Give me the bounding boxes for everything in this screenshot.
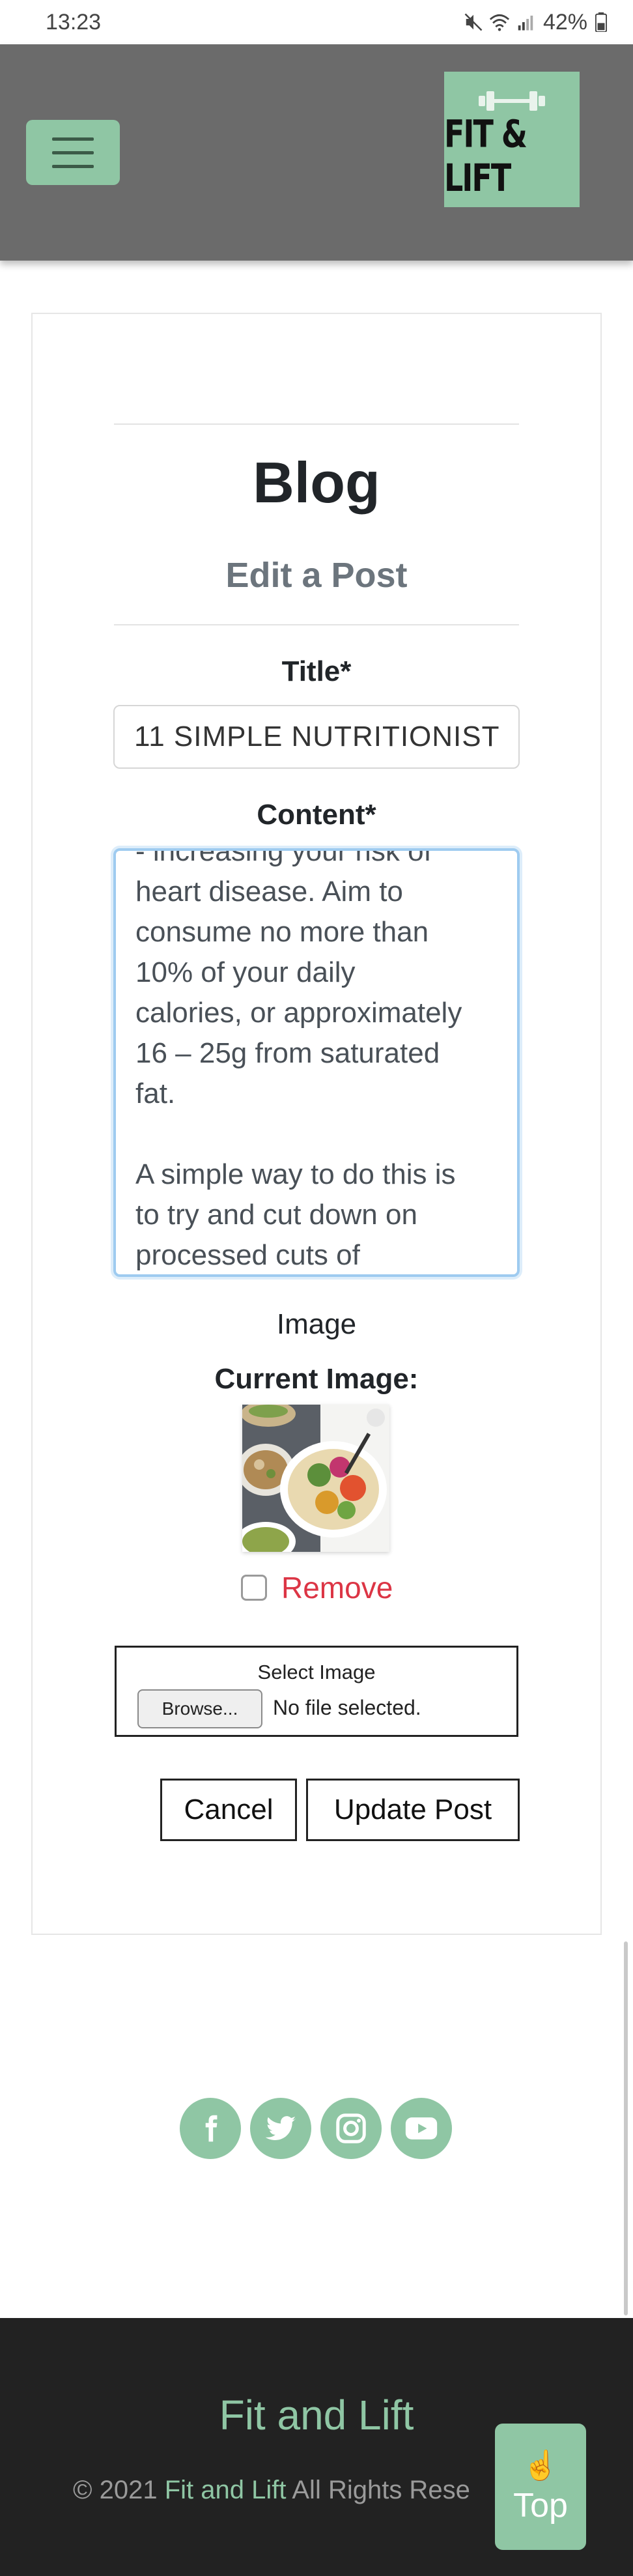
signal-icon bbox=[518, 16, 533, 31]
hamburger-icon-bar bbox=[52, 150, 94, 154]
content-textarea[interactable]: - increasing your risk of heart disease.… bbox=[113, 848, 520, 1277]
current-image-thumbnail bbox=[242, 1405, 389, 1552]
status-time: 13:23 bbox=[46, 9, 102, 35]
page-scrollbar[interactable] bbox=[624, 1941, 628, 2315]
page-subtitle: Edit a Post bbox=[225, 556, 408, 595]
update-post-button[interactable]: Update Post bbox=[306, 1779, 520, 1841]
copyright-prefix: © 2021 bbox=[73, 2476, 158, 2504]
dumbbell-icon bbox=[479, 91, 545, 111]
current-image-label: Current Image: bbox=[214, 1363, 419, 1395]
remove-image-label[interactable]: Remove bbox=[281, 1570, 393, 1605]
instagram-icon bbox=[336, 2113, 366, 2143]
youtube-link[interactable] bbox=[391, 2098, 452, 2159]
battery-level: 42% bbox=[542, 9, 587, 35]
logo-text: FIT & LIFT bbox=[444, 111, 528, 200]
content-textarea-value: - increasing your risk of heart disease.… bbox=[135, 848, 462, 1271]
status-bar: 13:23 42% bbox=[0, 0, 633, 44]
facebook-link[interactable] bbox=[180, 2098, 241, 2159]
title-input[interactable]: 11 SIMPLE NUTRITIONIST bbox=[113, 705, 520, 769]
file-status: No file selected. bbox=[273, 1696, 421, 1719]
twitter-icon bbox=[265, 2116, 296, 2140]
mute-icon bbox=[464, 13, 483, 31]
cancel-button[interactable]: Cancel bbox=[160, 1779, 297, 1841]
battery-icon bbox=[595, 12, 607, 32]
hamburger-icon-bar bbox=[52, 137, 94, 141]
food-bowls-image bbox=[242, 1405, 389, 1552]
back-to-top-label: Top bbox=[513, 2487, 568, 2525]
copyright: © 2021 Fit and Lift All Rights Rese bbox=[73, 2476, 470, 2505]
navbar: FIT & LIFT bbox=[0, 44, 633, 261]
copyright-brand-link[interactable]: Fit and Lift bbox=[165, 2476, 287, 2504]
site-logo[interactable]: FIT & LIFT bbox=[444, 72, 580, 207]
status-icons bbox=[464, 12, 535, 32]
title-label: Title* bbox=[281, 655, 352, 687]
browse-button[interactable]: Browse... bbox=[137, 1689, 262, 1728]
copyright-suffix: All Rights Rese bbox=[292, 2476, 470, 2504]
status-right: 42% bbox=[464, 10, 607, 35]
select-image-label: Select Image bbox=[257, 1661, 376, 1683]
facebook-icon bbox=[205, 2115, 218, 2142]
title-input-value: 11 SIMPLE NUTRITIONIST bbox=[134, 721, 500, 752]
back-to-top-button[interactable]: ☝️ Top bbox=[495, 2424, 586, 2550]
content-label: Content* bbox=[257, 799, 376, 831]
twitter-link[interactable] bbox=[250, 2098, 311, 2159]
select-image-field: Select Image Browse... No file selected. bbox=[115, 1646, 518, 1737]
wifi-icon bbox=[489, 14, 510, 31]
page-title: Blog bbox=[253, 450, 380, 515]
pointing-up-icon: ☝️ bbox=[522, 2450, 559, 2482]
youtube-icon bbox=[405, 2117, 438, 2140]
remove-image-checkbox[interactable] bbox=[241, 1575, 267, 1601]
hamburger-icon-bar bbox=[52, 164, 94, 168]
divider bbox=[114, 423, 519, 425]
menu-toggle-button[interactable] bbox=[26, 120, 120, 185]
instagram-link[interactable] bbox=[320, 2098, 382, 2159]
divider bbox=[114, 624, 519, 625]
remove-image-row: Remove bbox=[241, 1570, 393, 1605]
image-label: Image bbox=[276, 1308, 357, 1340]
